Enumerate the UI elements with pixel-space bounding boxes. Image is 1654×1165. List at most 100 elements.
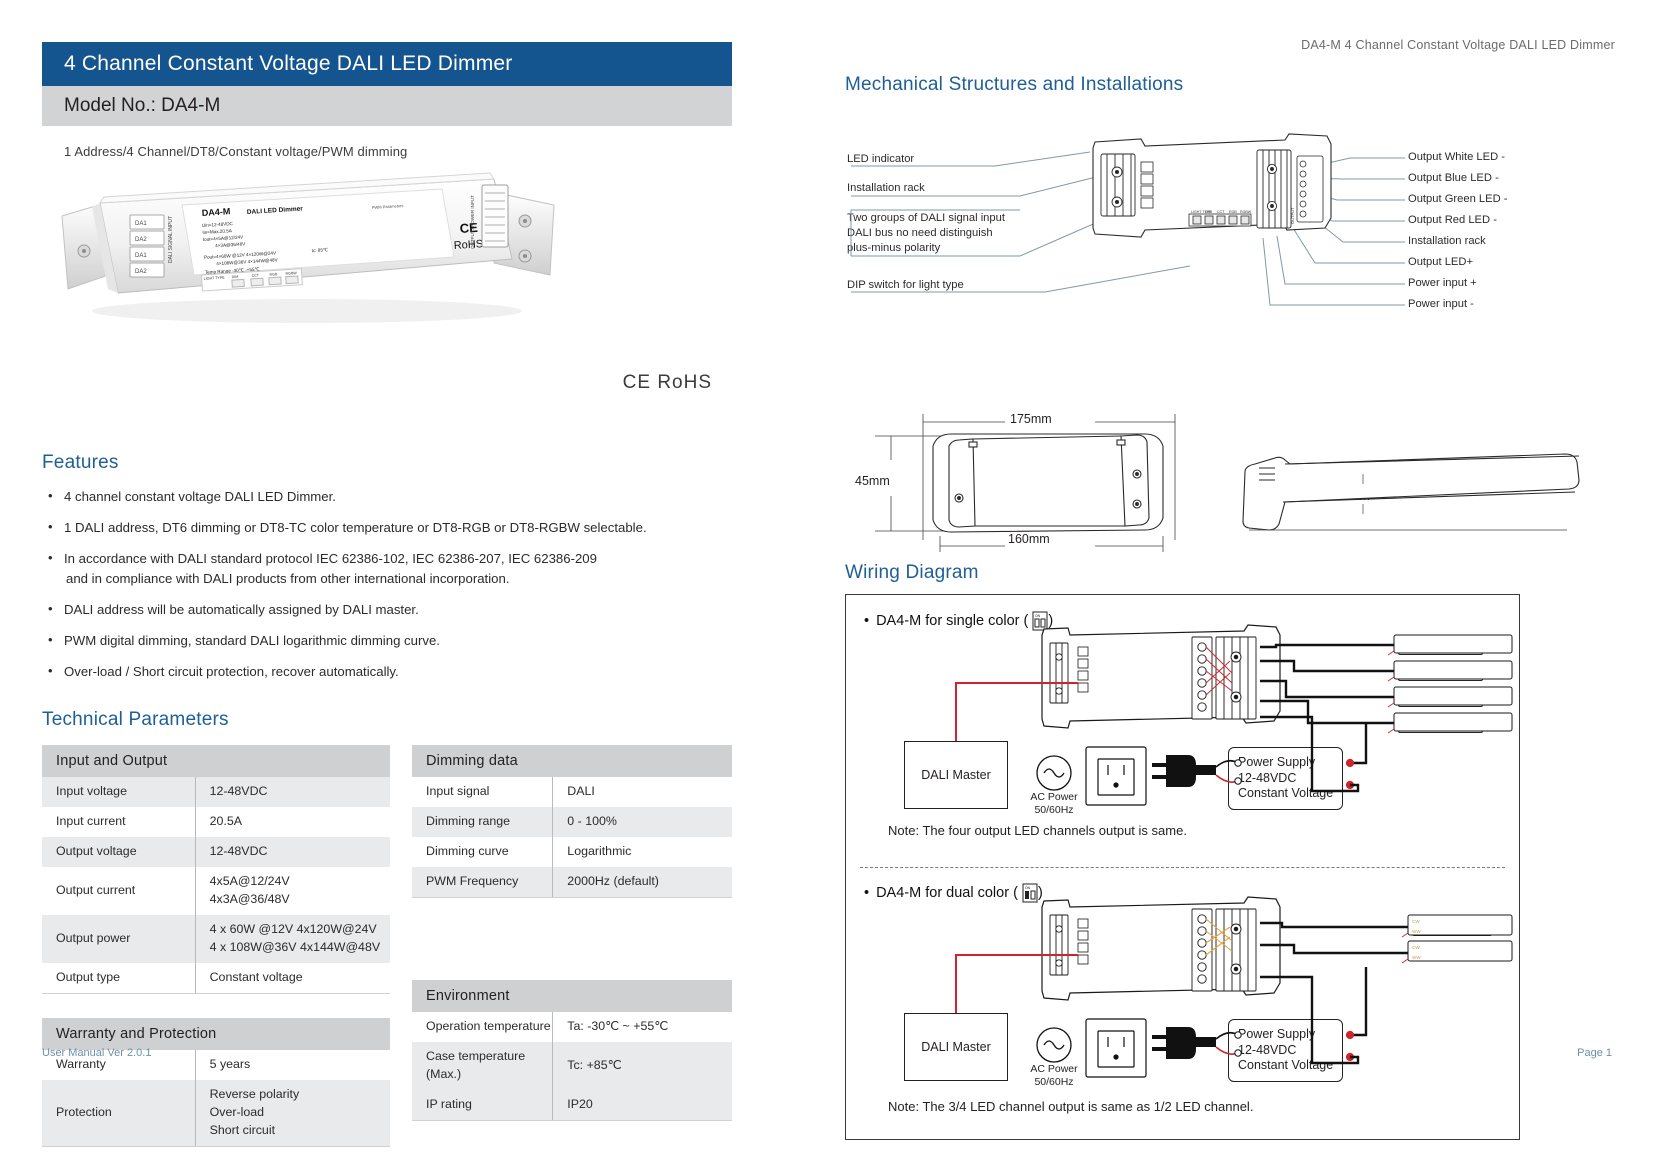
row-key: Output power [42, 914, 196, 963]
svg-text:RGBW: RGBW [285, 271, 297, 276]
svg-text:RGBW: RGBW [1240, 210, 1252, 214]
footer-page-number: Page 1 [1577, 1047, 1612, 1059]
datasheet-page: 4 Channel Constant Voltage DALI LED Dimm… [0, 0, 1654, 1165]
svg-text:CW: CW [1412, 919, 1420, 924]
table-row: Output type Constant voltage [42, 962, 390, 994]
row-key: Operation temperature [412, 1011, 554, 1042]
svg-text:DIM: DIM [1205, 210, 1212, 214]
row-key: Input voltage [42, 776, 196, 807]
technical-parameters-section: Technical Parameters Input and Output In… [42, 709, 732, 1147]
row-value: Logarithmic [567, 843, 632, 858]
mechanical-heading: Mechanical Structures and Installations [845, 74, 1184, 95]
row-value: IP20 [552, 1089, 732, 1121]
feature-item: 4 channel constant voltage DALI LED Dimm… [48, 487, 732, 506]
svg-text:OUTPUT: OUTPUT [1290, 207, 1295, 224]
feature-text: Over-load / Short circuit protection, re… [64, 663, 399, 679]
svg-text:CW: CW [1412, 945, 1420, 950]
svg-text:DA2: DA2 [135, 237, 147, 243]
svg-text:CE: CE [459, 220, 478, 236]
right-column: DA4-M 4 Channel Constant Voltage DALI LE… [845, 38, 1615, 1140]
svg-text:CCT: CCT [1217, 210, 1225, 214]
svg-text:WW: WW [1412, 929, 1421, 934]
svg-text:CCT: CCT [252, 273, 260, 278]
row-value: Ta: -30℃ ~ +55℃ [567, 1018, 669, 1033]
single-color-schematic [955, 624, 1513, 806]
table-row: Case temperature (Max.) Tc: +85℃ [412, 1041, 732, 1090]
input-output-table: Input and Output Input voltage 12-48VDC … [42, 744, 390, 994]
row-value: 4x5A@12/24V 4x3A@36/48V [209, 873, 290, 906]
table-row: Dimming curve Logarithmic [412, 836, 732, 867]
footer-version: User Manual Ver 2.0.1 [42, 1047, 152, 1059]
row-key: Input signal [412, 776, 554, 807]
row-key: Dimming curve [412, 836, 554, 867]
product-image: DA1DA2 DA1DA2 DALI SIGNAL INPUT DA4-M DA… [61, 172, 555, 323]
svg-text:DA2: DA2 [135, 269, 147, 275]
feature-text: DALI address will be automatically assig… [64, 602, 419, 618]
feature-text: 1 DALI address, DT6 dimming or DT8-TC co… [64, 519, 647, 535]
row-value: Reverse polarity Over-load Short circuit [195, 1079, 390, 1147]
table-spacer [42, 994, 390, 1018]
svg-text:WW: WW [1412, 955, 1421, 960]
dimming-data-table: Dimming data Input signal DALI Dimming r… [412, 744, 732, 898]
table-caption: Environment [412, 979, 732, 1012]
table-spacer [412, 898, 732, 980]
row-key: Protection [42, 1079, 196, 1147]
spec-column-left: Input and Output Input voltage 12-48VDC … [42, 744, 390, 1147]
row-value: 5 years [209, 1056, 251, 1071]
feature-text: In accordance with DALI standard protoco… [64, 550, 597, 566]
table-row: IP rating IP20 [412, 1089, 732, 1121]
feature-item: DALI address will be automatically assig… [48, 600, 732, 619]
product-photo: DA1 DA2 DA1 DA2 DALI SIGNAL INPUT DA4-M DA… [42, 171, 732, 396]
row-key: IP rating [412, 1089, 554, 1121]
row-value: DALI [567, 783, 595, 798]
table-row: Output current 4x5A@12/24V 4x3A@36/48V [42, 866, 390, 915]
wiring-dual-color: •DA4-M for dual color ( ON ) Dual color … [846, 867, 1519, 1139]
row-key: Dimming range [412, 806, 554, 837]
row-key: PWM Frequency [412, 866, 554, 898]
table-row: Output power 4 x 60W @12V 4x120W@24V 4 x… [42, 914, 390, 963]
feature-item: PWM digital dimming, standard DALI logar… [48, 631, 732, 650]
breadcrumb: DA4-M 4 Channel Constant Voltage DALI LE… [1301, 38, 1615, 52]
row-value: 12-48VDC [195, 836, 390, 867]
left-column: 4 Channel Constant Voltage DALI LED Dimm… [42, 42, 732, 1147]
row-key: Case temperature (Max.) [412, 1041, 554, 1090]
features-list: 4 channel constant voltage DALI LED Dimm… [48, 487, 732, 681]
wiring-heading: Wiring Diagram [845, 562, 979, 583]
features-section: Features 4 channel constant voltage DALI… [42, 452, 732, 681]
svg-text:RoHS: RoHS [453, 238, 483, 252]
row-value: Tc: +85℃ [552, 1041, 732, 1090]
table-caption: Dimming data [412, 744, 732, 777]
svg-text:DA1: DA1 [135, 253, 147, 259]
svg-text:DA1: DA1 [135, 221, 147, 227]
table-row: Operation temperature Ta: -30℃ ~ +55℃ [412, 1011, 732, 1042]
wiring-single-color: •DA4-M for single color ( ON ) Single co… [846, 595, 1519, 867]
row-key: Output voltage [42, 836, 196, 867]
product-subtitle: 1 Address/4 Channel/DT8/Constant voltage… [64, 144, 408, 159]
warranty-protection-table: Warranty and Protection Warranty 5 years… [42, 1017, 390, 1147]
model-number: Model No.: DA4-M [42, 86, 732, 126]
environment-table: Environment Operation temperature Ta: -3… [412, 979, 732, 1121]
table-row: PWM Frequency 2000Hz (default) [412, 866, 732, 898]
technical-heading: Technical Parameters [42, 708, 229, 730]
table-caption: Warranty and Protection [42, 1017, 390, 1050]
svg-text:DA4-M: DA4-M [201, 206, 230, 218]
table-row: Dimming range 0 - 100% [412, 806, 732, 837]
table-row: Input current 20.5A [42, 806, 390, 837]
feature-item: 1 DALI address, DT6 dimming or DT8-TC co… [48, 518, 732, 537]
page-title: 4 Channel Constant Voltage DALI LED Dimm… [42, 42, 732, 86]
feature-text: 4 channel constant voltage DALI LED Dimm… [64, 489, 336, 504]
row-value: 4 x 60W @12V 4x120W@24V 4 x 108W@36V 4x1… [195, 914, 390, 963]
table-row: Output voltage 12-48VDC [42, 836, 390, 867]
table-row: Protection Reverse polarity Over-load Sh… [42, 1079, 390, 1147]
table-row: Input voltage 12-48VDC [42, 776, 390, 807]
dimension-schematic [875, 414, 1580, 552]
svg-text:DIM: DIM [232, 275, 239, 279]
svg-text:OUTPUT / POWER INPUT: OUTPUT / POWER INPUT [470, 195, 475, 249]
feature-item: In accordance with DALI standard protoco… [48, 549, 732, 589]
svg-text:RGB: RGB [269, 272, 278, 277]
row-key: Output current [42, 866, 196, 915]
dimension-drawings: 175mm 45mm 160mm 27mm [845, 406, 1615, 556]
table-caption: Input and Output [42, 744, 390, 777]
row-value: Constant voltage [195, 962, 390, 994]
row-value: 2000Hz (default) [552, 866, 732, 898]
